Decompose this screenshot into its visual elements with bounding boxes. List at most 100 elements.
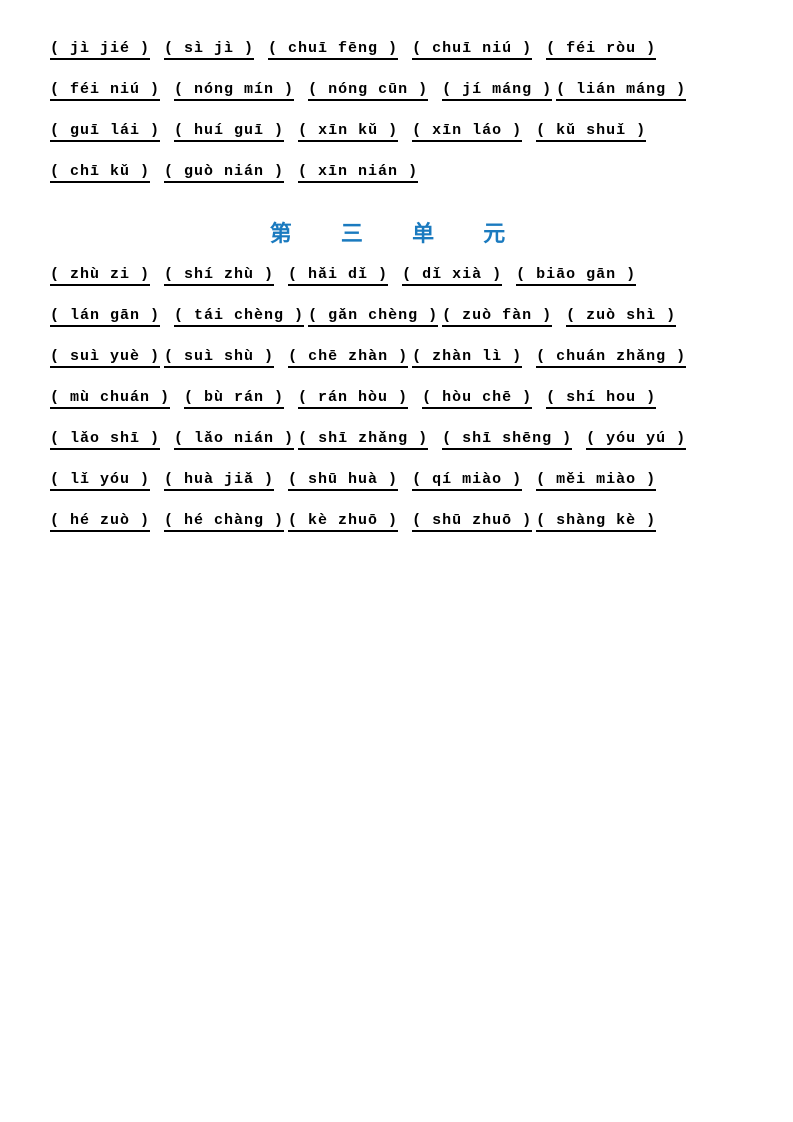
item-text: ( hǎi dǐ ) [288,266,388,286]
item: ( hòu chē ) [422,389,532,412]
item: ( chē zhàn ) [288,348,408,371]
section2: 第 三 单 元 ( zhù zi ) ( shí zhù ) ( hǎi dǐ … [50,216,743,535]
item-text: ( hòu chē ) [422,389,532,409]
item-text: ( chuī niú ) [412,40,532,60]
line-2: ( féi niú ) ( nóng mín ) ( nóng cūn ) ( … [50,81,743,104]
item-text: ( xīn láo ) [412,122,522,142]
item: ( lián máng ) [556,81,686,104]
s2-line-2: ( lán gān ) ( tái chèng ) ( gǎn chèng ) … [50,307,743,330]
item: ( zhàn lì ) [412,348,522,371]
item-text: ( suì yuè ) [50,348,160,368]
item-text: ( rán hòu ) [298,389,408,409]
item-text: ( shàng kè ) [536,512,656,532]
item-text: ( lǎo nián ) [174,430,294,450]
item: ( lǎo nián ) [174,430,294,453]
item-text: ( jì jié ) [50,40,150,60]
item-text: ( lán gān ) [50,307,160,327]
item: ( mù chuán ) [50,389,170,412]
item: ( jì jié ) [50,40,150,63]
section1: ( jì jié ) ( sì jì ) ( chuī fēng ) ( chu… [50,40,743,186]
item-text: ( zhàn lì ) [412,348,522,368]
line-1: ( jì jié ) ( sì jì ) ( chuī fēng ) ( chu… [50,40,743,63]
item: ( shū huà ) [288,471,398,494]
item-text: ( xīn nián ) [298,163,418,183]
item: ( guò nián ) [164,163,284,186]
item: ( kè zhuō ) [288,512,398,535]
item-text: ( sì jì ) [164,40,254,60]
s2-line-7: ( hé zuò ) ( hé chàng ) ( kè zhuō ) ( sh… [50,512,743,535]
item-text: ( shū zhuō ) [412,512,532,532]
item: ( lǎo shī ) [50,430,160,453]
item: ( shí hou ) [546,389,656,412]
item-text: ( tái chèng ) [174,307,304,327]
section2-title: 第 三 单 元 [50,216,743,248]
s2-line-5: ( lǎo shī ) ( lǎo nián ) ( shī zhǎng ) (… [50,430,743,453]
item-text: ( chī kǔ ) [50,163,150,183]
item-text: ( guò nián ) [164,163,284,183]
item: ( chī kǔ ) [50,163,150,186]
item-text: ( chuán zhǎng ) [536,348,686,368]
item-text: ( kè zhuō ) [288,512,398,532]
s2-line-3: ( suì yuè ) ( suì shù ) ( chē zhàn ) ( z… [50,348,743,371]
item: ( chuī fēng ) [268,40,398,63]
item-text: ( guī lái ) [50,122,160,142]
item: ( bù rán ) [184,389,284,412]
item-text: ( huí guī ) [174,122,284,142]
s2-line-6: ( lǐ yóu ) ( huà jiǎ ) ( shū huà ) ( qí … [50,471,743,494]
item-text: ( bù rán ) [184,389,284,409]
item: ( zuò fàn ) [442,307,552,330]
item: ( sì jì ) [164,40,254,63]
item: ( lán gān ) [50,307,160,330]
item-text: ( qí miào ) [412,471,522,491]
item: ( kǔ shuǐ ) [536,122,646,145]
item-text: ( lǎo shī ) [50,430,160,450]
item: ( xīn láo ) [412,122,522,145]
item: ( xīn nián ) [298,163,418,186]
item-text: ( shī shēng ) [442,430,572,450]
item: ( shū zhuō ) [412,512,532,535]
item-text: ( shí hou ) [546,389,656,409]
s2-line-1: ( zhù zi ) ( shí zhù ) ( hǎi dǐ ) ( dǐ x… [50,266,743,289]
item: ( guī lái ) [50,122,160,145]
item: ( qí miào ) [412,471,522,494]
item: ( chuán zhǎng ) [536,348,686,371]
item-text: ( gǎn chèng ) [308,307,438,327]
item-text: ( yóu yú ) [586,430,686,450]
item: ( shī shēng ) [442,430,572,453]
item-text: ( měi miào ) [536,471,656,491]
item: ( suì yuè ) [50,348,160,371]
item: ( zuò shì ) [566,307,676,330]
item-text: ( zuò fàn ) [442,307,552,327]
item: ( féi niú ) [50,81,160,104]
item-text: ( shī zhǎng ) [298,430,428,450]
item-text: ( suì shù ) [164,348,274,368]
item-text: ( dǐ xià ) [402,266,502,286]
item: ( nóng mín ) [174,81,294,104]
item-text: ( féi niú ) [50,81,160,101]
item-text: ( huà jiǎ ) [164,471,274,491]
item-text: ( xīn kǔ ) [298,122,398,142]
item: ( hǎi dǐ ) [288,266,388,289]
item-text: ( féi ròu ) [546,40,656,60]
item: ( hé chàng ) [164,512,284,535]
item-text: ( chē zhàn ) [288,348,408,368]
item: ( chuī niú ) [412,40,532,63]
item-text: ( kǔ shuǐ ) [536,122,646,142]
line-3: ( guī lái ) ( huí guī ) ( xīn kǔ ) ( xīn… [50,122,743,145]
item: ( dǐ xià ) [402,266,502,289]
item-text: ( lián máng ) [556,81,686,101]
item: ( huí guī ) [174,122,284,145]
item: ( rán hòu ) [298,389,408,412]
item: ( féi ròu ) [546,40,656,63]
item: ( gǎn chèng ) [308,307,438,330]
item: ( suì shù ) [164,348,274,371]
item: ( zhù zi ) [50,266,150,289]
item-text: ( lǐ yóu ) [50,471,150,491]
item-text: ( chuī fēng ) [268,40,398,60]
item-text: ( nóng mín ) [174,81,294,101]
item: ( lǐ yóu ) [50,471,150,494]
item: ( yóu yú ) [586,430,686,453]
item-text: ( nóng cūn ) [308,81,428,101]
page-content: ( jì jié ) ( sì jì ) ( chuī fēng ) ( chu… [50,40,743,535]
item: ( biāo gān ) [516,266,636,289]
